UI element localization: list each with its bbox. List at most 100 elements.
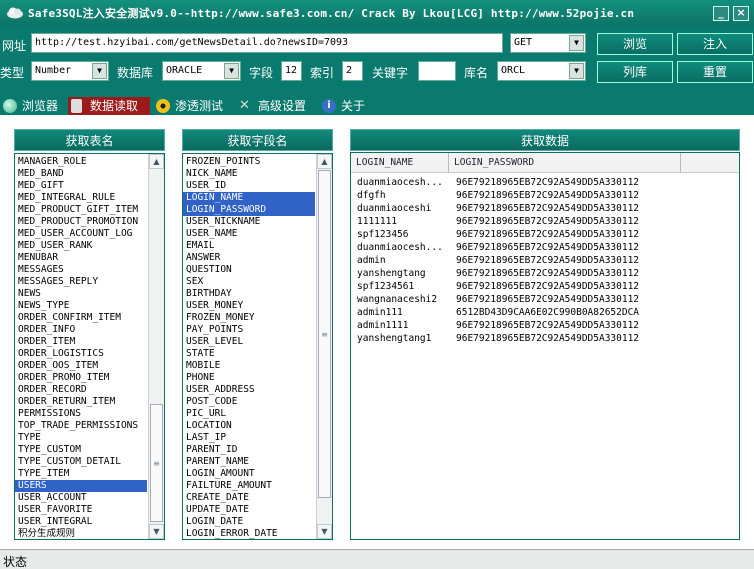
list-item[interactable]: LOGIN_DATE: [183, 516, 315, 528]
table-row[interactable]: admin111 6512BD43D9CAA6E02C990B0A82652DCA: [351, 306, 739, 319]
table-row[interactable]: duanmiaoceshi 96E79218965EB72C92A549DD5A3…: [351, 202, 739, 215]
list-item[interactable]: USER_ACCOUNT: [15, 492, 147, 504]
tab-penetration-test[interactable]: 渗透测试: [153, 97, 233, 115]
tab-advanced-settings[interactable]: ✕ 高级设置: [236, 97, 316, 115]
list-item[interactable]: USER_INTEGRAL: [15, 516, 147, 528]
list-item[interactable]: MED_BAND: [15, 168, 147, 180]
table-row[interactable]: yanshengtang 96E79218965EB72C92A549DD5A33…: [351, 267, 739, 280]
column-header[interactable]: LOGIN_PASSWORD: [449, 153, 681, 173]
list-item[interactable]: USER_NAME: [183, 228, 315, 240]
list-item[interactable]: 积分生成规则: [15, 528, 147, 539]
scroll-down-icon[interactable]: ▼: [317, 524, 332, 539]
list-item[interactable]: PHONE: [183, 372, 315, 384]
list-item[interactable]: NEWS: [15, 288, 147, 300]
list-item[interactable]: USER_MONEY: [183, 300, 315, 312]
list-item[interactable]: POST_CODE: [183, 396, 315, 408]
chevron-down-icon[interactable]: ▼: [224, 63, 239, 79]
list-item[interactable]: MED_USER_RANK: [15, 240, 147, 252]
database-select[interactable]: ORACLE ▼: [162, 61, 241, 81]
inject-button[interactable]: 注入: [677, 33, 753, 55]
list-item[interactable]: USER_ADDRESS: [183, 384, 315, 396]
data-grid[interactable]: LOGIN_NAME LOGIN_PASSWORD duanmiaocesh..…: [350, 152, 740, 540]
list-item[interactable]: LOGIN_PASSWORD: [183, 204, 315, 216]
list-item[interactable]: NEWS_TYPE: [15, 300, 147, 312]
tab-browser[interactable]: 浏览器: [0, 97, 66, 115]
list-item[interactable]: LOGIN_NAME: [183, 192, 315, 204]
list-item[interactable]: ORDER_RECORD: [15, 384, 147, 396]
table-row[interactable]: yanshengtang1 96E79218965EB72C92A549DD5A3…: [351, 332, 739, 345]
fields-scrollbar[interactable]: ▲ ≡ ▼: [316, 154, 332, 539]
list-item[interactable]: USER_LEVEL: [183, 336, 315, 348]
list-item[interactable]: ORDER_ITEM: [15, 336, 147, 348]
minimize-button[interactable]: _: [713, 6, 729, 21]
table-row[interactable]: wangnanaceshi2 96E79218965EB72C92A549DD5A…: [351, 293, 739, 306]
list-item[interactable]: SEX: [183, 276, 315, 288]
list-item[interactable]: STATE: [183, 348, 315, 360]
list-item[interactable]: FAILTURE_AMOUNT: [183, 480, 315, 492]
scroll-down-icon[interactable]: ▼: [149, 524, 164, 539]
list-item[interactable]: PIC_URL: [183, 408, 315, 420]
chevron-down-icon[interactable]: ▼: [569, 35, 584, 51]
tables-scrollbar[interactable]: ▲ ≡ ▼: [148, 154, 164, 539]
list-item[interactable]: MED_GIFT: [15, 180, 147, 192]
table-row[interactable]: 1111111 96E79218965EB72C92A549DD5A330112: [351, 215, 739, 228]
list-item[interactable]: MESSAGES: [15, 264, 147, 276]
scroll-thumb[interactable]: ≡: [150, 404, 163, 522]
scroll-thumb[interactable]: ≡: [318, 170, 331, 498]
list-item[interactable]: ORDER_INFO: [15, 324, 147, 336]
tables-list[interactable]: MANAGER_ROLE MED_BAND MED_GIFT MED_INTEGRAL…: [14, 153, 165, 540]
table-row[interactable]: dfgfh 96E79218965EB72C92A549DD5A330112: [351, 189, 739, 202]
browse-button[interactable]: 浏览: [597, 33, 673, 55]
list-item[interactable]: LOGIN_AMOUNT: [183, 468, 315, 480]
field-count-input[interactable]: 12: [281, 61, 302, 81]
table-row[interactable]: duanmiaocesh... 96E79218965EB72C92A549DD5…: [351, 241, 739, 254]
list-item[interactable]: PERMISSIONS: [15, 408, 147, 420]
list-item[interactable]: ORDER_CONFIRM_ITEM: [15, 312, 147, 324]
list-item[interactable]: EMAIL: [183, 240, 315, 252]
list-item[interactable]: TYPE_CUSTOM: [15, 444, 147, 456]
list-item[interactable]: PARENT_NAME: [183, 456, 315, 468]
chevron-down-icon[interactable]: ▼: [92, 63, 107, 79]
tab-data-read[interactable]: 数据读取: [68, 97, 150, 115]
list-item[interactable]: FROZEN_MONEY: [183, 312, 315, 324]
list-item[interactable]: LAST_IP: [183, 432, 315, 444]
type-select[interactable]: Number ▼: [31, 61, 109, 81]
table-row[interactable]: spf123456 96E79218965EB72C92A549DD5A33011…: [351, 228, 739, 241]
close-button[interactable]: ×: [733, 6, 749, 21]
chevron-down-icon[interactable]: ▼: [569, 63, 584, 79]
tab-about[interactable]: i 关于: [319, 97, 375, 115]
list-item[interactable]: USER_NICKNAME: [183, 216, 315, 228]
fields-list[interactable]: FROZEN_POINTS NICK_NAME USER_ID LOGIN_NAME L…: [182, 153, 333, 540]
column-header[interactable]: LOGIN_NAME: [351, 153, 449, 173]
list-item[interactable]: MENUBAR: [15, 252, 147, 264]
table-row[interactable]: spf1234561 96E79218965EB72C92A549DD5A3301…: [351, 280, 739, 293]
dbname-select[interactable]: ORCL ▼: [497, 61, 586, 81]
list-item[interactable]: USERS: [15, 480, 147, 492]
list-databases-button[interactable]: 列库: [597, 61, 673, 83]
list-item[interactable]: MED_PRODUCT_GIFT_ITEM: [15, 204, 147, 216]
list-item[interactable]: BIRTHDAY: [183, 288, 315, 300]
list-item[interactable]: TYPE: [15, 432, 147, 444]
list-item[interactable]: TYPE_CUSTOM_DETAIL: [15, 456, 147, 468]
list-item[interactable]: TOP_TRADE_PERMISSIONS: [15, 420, 147, 432]
keyword-input[interactable]: [418, 61, 456, 81]
list-item[interactable]: MED_USER_ACCOUNT_LOG: [15, 228, 147, 240]
list-item[interactable]: MESSAGES_REPLY: [15, 276, 147, 288]
scroll-up-icon[interactable]: ▲: [149, 154, 164, 169]
list-item[interactable]: LOGIN_ERROR_DATE: [183, 528, 315, 539]
list-item[interactable]: ANSWER: [183, 252, 315, 264]
list-item[interactable]: FROZEN_POINTS: [183, 156, 315, 168]
list-item[interactable]: MED_INTEGRAL_RULE: [15, 192, 147, 204]
scroll-up-icon[interactable]: ▲: [317, 154, 332, 169]
list-item[interactable]: LOCATION: [183, 420, 315, 432]
list-item[interactable]: QUESTION: [183, 264, 315, 276]
list-item[interactable]: CREATE_DATE: [183, 492, 315, 504]
table-row[interactable]: admin 96E79218965EB72C92A549DD5A330112: [351, 254, 739, 267]
list-item[interactable]: NICK_NAME: [183, 168, 315, 180]
list-item[interactable]: ORDER_LOGISTICS: [15, 348, 147, 360]
list-item[interactable]: PARENT_ID: [183, 444, 315, 456]
list-item[interactable]: UPDATE_DATE: [183, 504, 315, 516]
list-item[interactable]: ORDER_PROMO_ITEM: [15, 372, 147, 384]
list-item[interactable]: PAY_POINTS: [183, 324, 315, 336]
index-input[interactable]: 2: [342, 61, 363, 81]
